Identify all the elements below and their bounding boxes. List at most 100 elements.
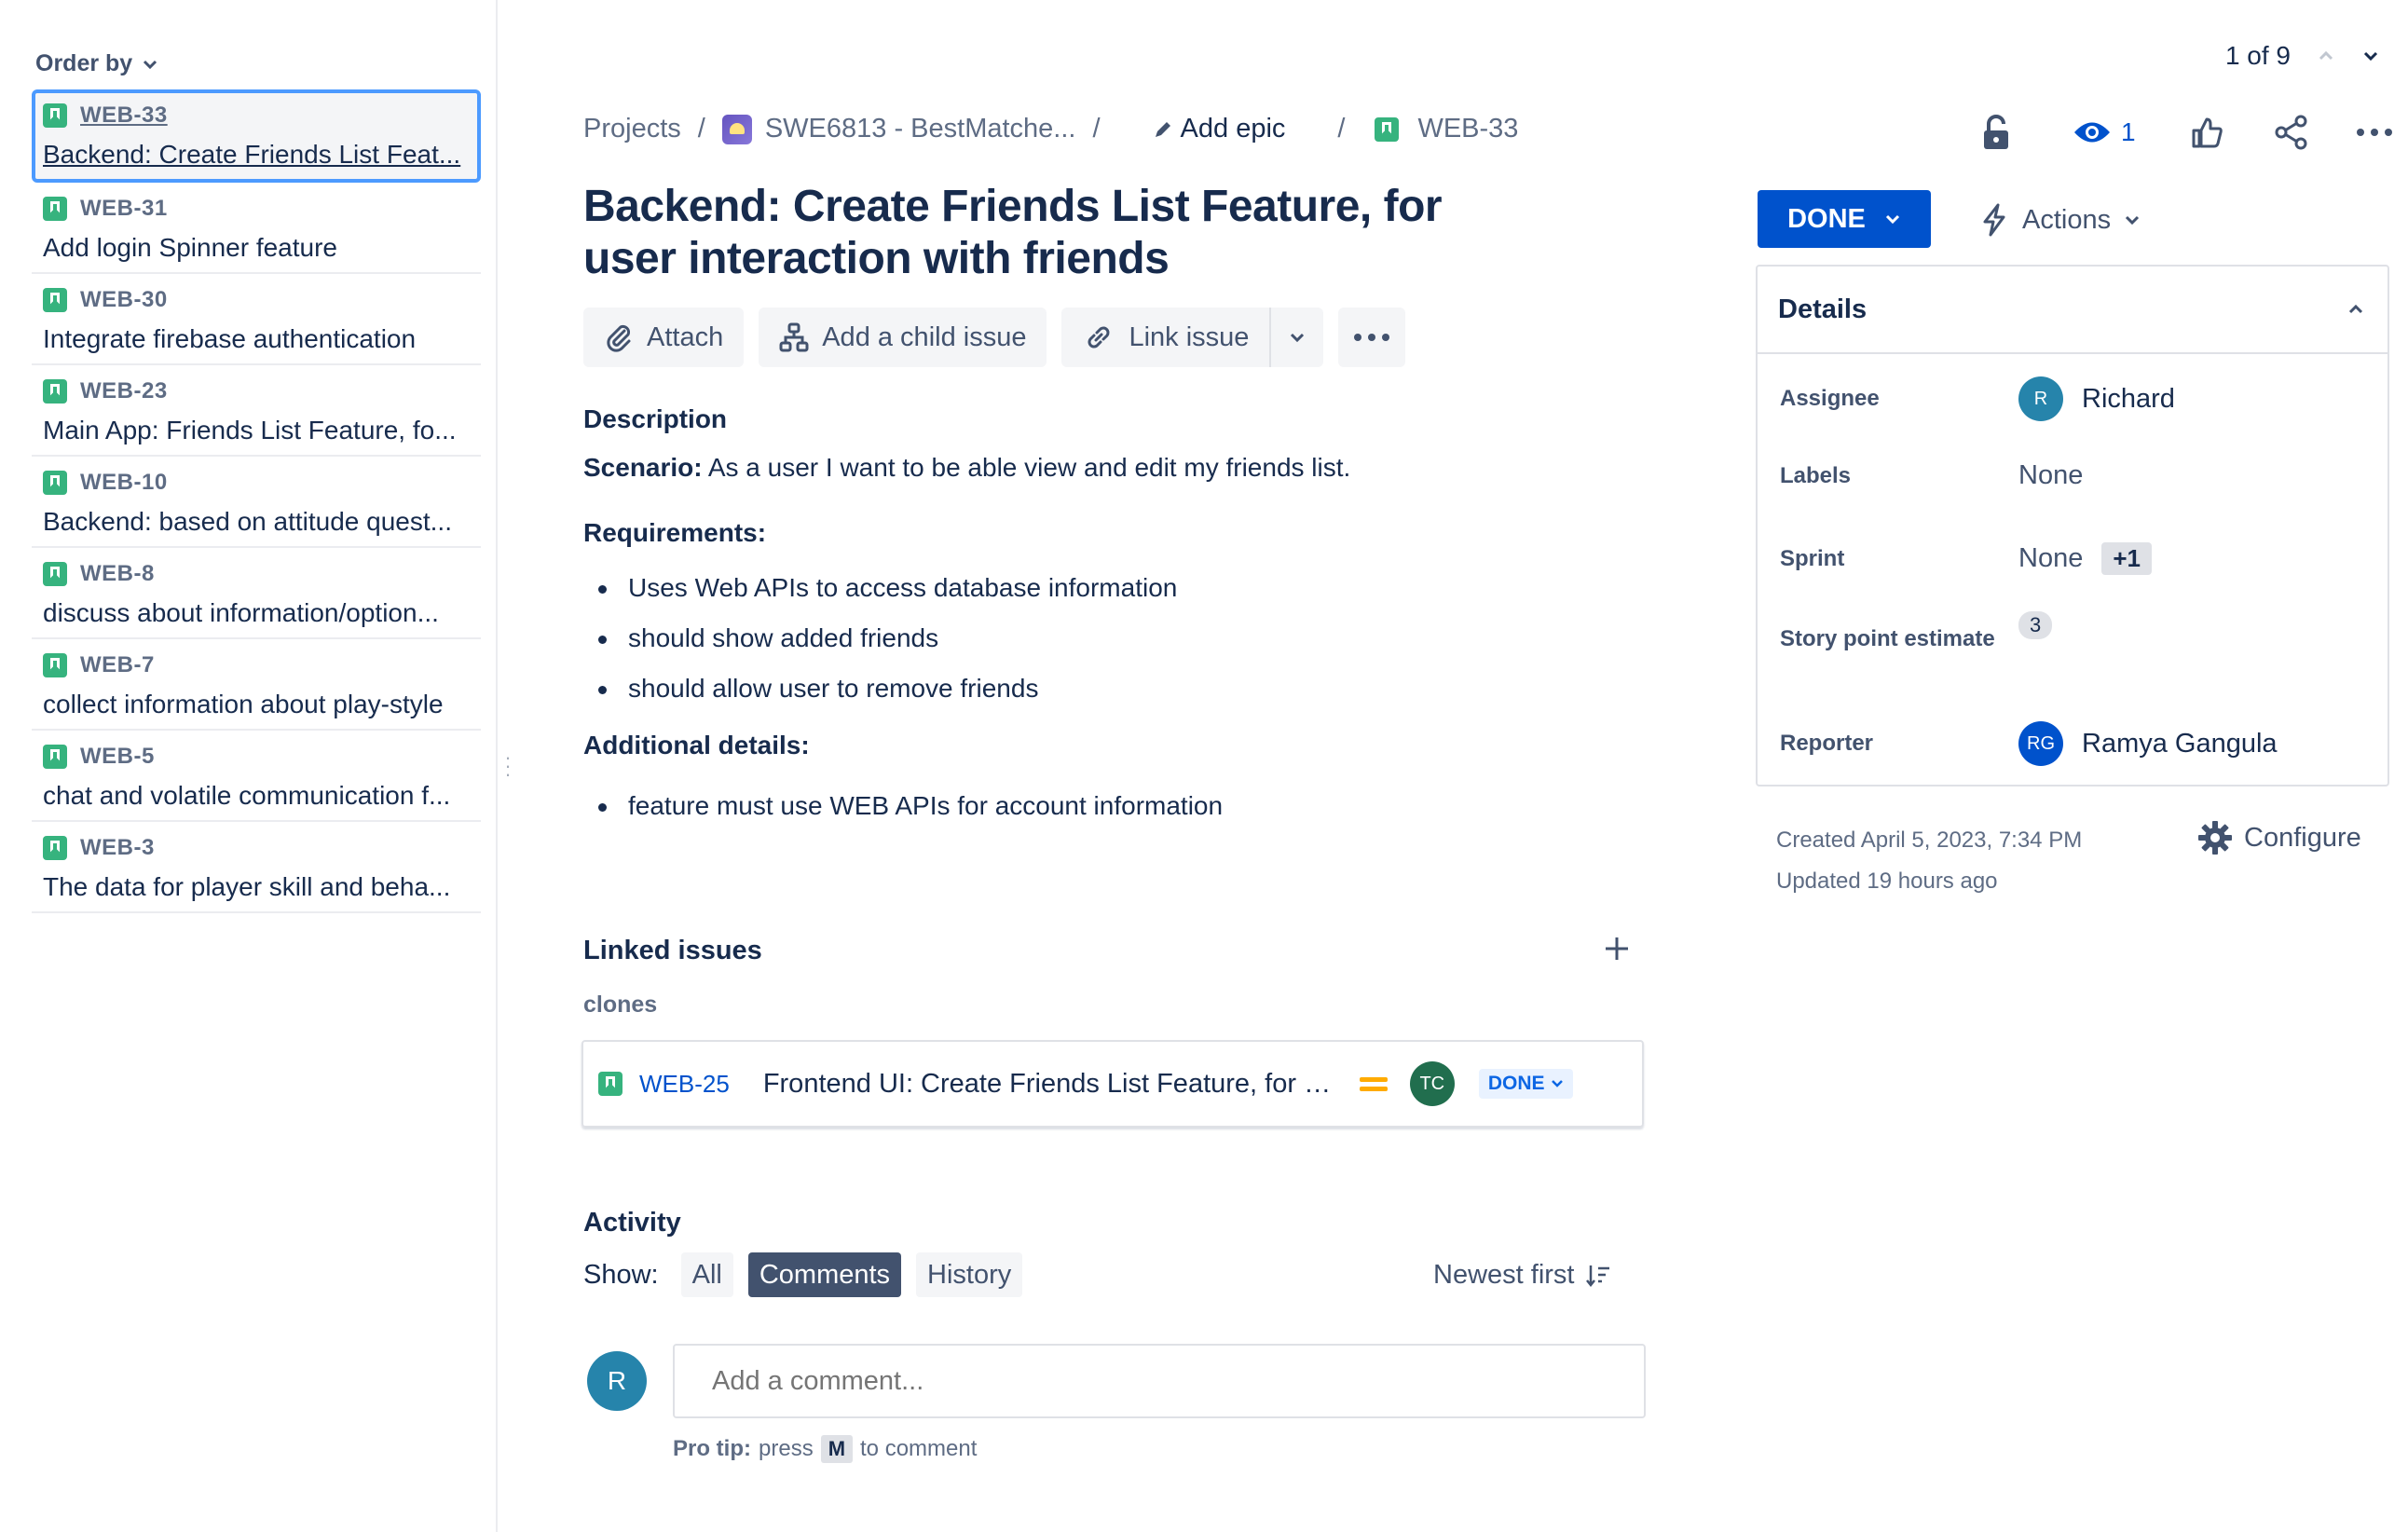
issue-toolbar: Attach Add a child issue Link issue — [583, 308, 1406, 367]
breadcrumb-project[interactable]: SWE6813 - BestMatche... — [721, 114, 1075, 144]
issue-summary[interactable]: Integrate firebase authentication — [43, 324, 470, 354]
attach-button[interactable]: Attach — [583, 308, 745, 367]
issue-summary[interactable]: collect information about play-style — [43, 690, 470, 719]
issue-key[interactable]: WEB-7 — [80, 652, 155, 678]
add-child-label: Add a child issue — [822, 321, 1027, 352]
story-icon — [43, 288, 67, 312]
story-icon — [43, 471, 67, 495]
configure-label: Configure — [2244, 822, 2361, 853]
reporter-row: Reporter RG Ramya Gangula — [1780, 721, 2278, 766]
sprint-extra-badge[interactable]: +1 — [2101, 542, 2152, 575]
requirements-heading: Requirements: — [583, 518, 767, 547]
issue-summary[interactable]: Backend: Create Friends List Feat... — [43, 140, 470, 170]
reporter-label: Reporter — [1780, 731, 1874, 756]
issue-key[interactable]: WEB-10 — [80, 470, 168, 496]
filter-history-button[interactable]: History — [916, 1252, 1023, 1297]
watch-button[interactable]: 1 — [2073, 108, 2136, 157]
assignee-field[interactable]: R Richard — [2018, 376, 2175, 421]
chevron-up-icon[interactable] — [2317, 47, 2335, 65]
pro-tip-press: press — [759, 1436, 814, 1461]
add-epic-button[interactable]: Add epic — [1153, 114, 1286, 144]
actions-label: Actions — [2022, 204, 2112, 235]
configure-button[interactable]: Configure — [2197, 820, 2361, 855]
issue-list-item[interactable]: WEB-8 discuss about information/option..… — [32, 548, 481, 639]
sprint-field[interactable]: None +1 — [2018, 542, 2152, 575]
issue-list-item[interactable]: WEB-30 Integrate firebase authentication — [32, 274, 481, 365]
order-by-label: Order by — [35, 50, 133, 76]
add-child-issue-button[interactable]: Add a child issue — [759, 308, 1047, 367]
issue-summary[interactable]: chat and volatile communication f... — [43, 781, 470, 811]
breadcrumb: Projects / SWE6813 - BestMatche... / Add… — [583, 114, 1518, 144]
filter-comments-button[interactable]: Comments — [747, 1252, 902, 1297]
issue-navigator-panel: Order by WEB-33 Backend: Create Friends … — [0, 0, 498, 1532]
comment-input[interactable] — [673, 1344, 1646, 1418]
issue-summary[interactable]: Add login Spinner feature — [43, 233, 470, 263]
labels-row: Labels None — [1780, 460, 2083, 491]
description-heading: Description — [583, 404, 728, 433]
issue-key[interactable]: WEB-5 — [80, 744, 155, 770]
description-section[interactable]: Description Scenario: As a user I want t… — [583, 404, 1646, 831]
issue-key[interactable]: WEB-8 — [80, 561, 155, 587]
issue-summary[interactable]: discuss about information/option... — [43, 598, 470, 628]
story-points-field[interactable]: 3 — [2018, 611, 2053, 639]
issue-key[interactable]: WEB-3 — [80, 835, 155, 861]
issue-key[interactable]: WEB-31 — [80, 196, 168, 222]
breadcrumb-projects[interactable]: Projects — [583, 114, 681, 144]
issue-list-item[interactable]: WEB-3 The data for player skill and beha… — [32, 822, 481, 913]
assignee-row: Assignee R Richard — [1780, 376, 2175, 421]
link-issue-button[interactable]: Link issue — [1061, 308, 1270, 367]
issue-list-item[interactable]: WEB-7 collect information about play-sty… — [32, 639, 481, 731]
linked-issues-heading: Linked issues — [583, 936, 762, 965]
story-points-row: Story point estimate 3 — [1780, 611, 2053, 654]
issue-list-item[interactable]: WEB-23 Main App: Friends List Feature, f… — [32, 365, 481, 457]
issue-summary[interactable]: Backend: based on attitude quest... — [43, 507, 470, 537]
link-issue-group: Link issue — [1061, 308, 1324, 367]
issue-key[interactable]: WEB-23 — [80, 378, 168, 404]
breadcrumb-issue[interactable]: WEB-33 — [1375, 114, 1518, 144]
scenario-paragraph: Scenario: As a user I want to be able vi… — [583, 453, 1646, 518]
add-epic-label: Add epic — [1180, 114, 1286, 144]
issue-timestamps: Created April 5, 2023, 7:34 PM Updated 1… — [1776, 820, 2082, 902]
actions-button[interactable]: Actions — [1979, 196, 2141, 244]
labels-field[interactable]: None — [2018, 460, 2083, 491]
lock-button[interactable] — [1974, 108, 2018, 157]
story-icon — [43, 562, 67, 586]
linked-issue-key[interactable]: WEB-25 — [639, 1070, 730, 1099]
issue-list-item[interactable]: WEB-31 Add login Spinner feature — [32, 183, 481, 274]
details-header[interactable]: Details — [1758, 267, 2387, 354]
chevron-down-icon — [2126, 215, 2140, 226]
watch-count: 1 — [2121, 117, 2136, 146]
vote-button[interactable] — [2190, 108, 2223, 157]
order-by-button[interactable]: Order by — [35, 50, 158, 77]
linked-issue-status[interactable]: DONE — [1478, 1069, 1573, 1099]
gear-icon — [2198, 821, 2232, 855]
more-actions-button[interactable] — [2356, 108, 2393, 157]
scenario-text: As a user I want to be able view and edi… — [702, 453, 1351, 482]
chevron-down-icon[interactable] — [2361, 47, 2380, 65]
filter-all-button[interactable]: All — [680, 1252, 733, 1297]
add-linked-issue-button[interactable] — [1603, 926, 1631, 973]
status-dropdown[interactable]: DONE — [1758, 190, 1931, 248]
link-issue-dropdown[interactable] — [1269, 308, 1324, 367]
avatar[interactable]: TC — [1409, 1061, 1455, 1106]
issue-title[interactable]: Backend: Create Friends List Feature, fo… — [583, 181, 1515, 285]
share-button[interactable] — [2274, 108, 2309, 157]
list-item: feature must use WEB APIs for account in… — [583, 781, 1646, 831]
story-icon — [598, 1072, 623, 1096]
assignee-label: Assignee — [1780, 386, 1880, 411]
issue-list-item[interactable]: WEB-33 Backend: Create Friends List Feat… — [32, 89, 481, 183]
issue-key[interactable]: WEB-30 — [80, 287, 168, 313]
issue-summary[interactable]: The data for player skill and beha... — [43, 872, 470, 902]
list-item: should show added friends — [583, 613, 1646, 663]
sort-order-button[interactable]: Newest first — [1433, 1260, 1611, 1291]
issue-summary[interactable]: Main App: Friends List Feature, fo... — [43, 416, 470, 445]
toolbar-more-button[interactable] — [1338, 308, 1406, 367]
linked-issue-summary[interactable]: Frontend UI: Create Friends List Feature… — [763, 1069, 1341, 1100]
issue-list-item[interactable]: WEB-10 Backend: based on attitude quest.… — [32, 457, 481, 548]
resize-handle[interactable]: · · · — [503, 747, 513, 785]
link-issue-label: Link issue — [1129, 321, 1250, 352]
reporter-field[interactable]: RG Ramya Gangula — [2018, 721, 2278, 766]
linked-issue-card[interactable]: WEB-25 Frontend UI: Create Friends List … — [581, 1040, 1644, 1128]
issue-key[interactable]: WEB-33 — [80, 103, 168, 129]
issue-list-item[interactable]: WEB-5 chat and volatile communication f.… — [32, 731, 481, 822]
